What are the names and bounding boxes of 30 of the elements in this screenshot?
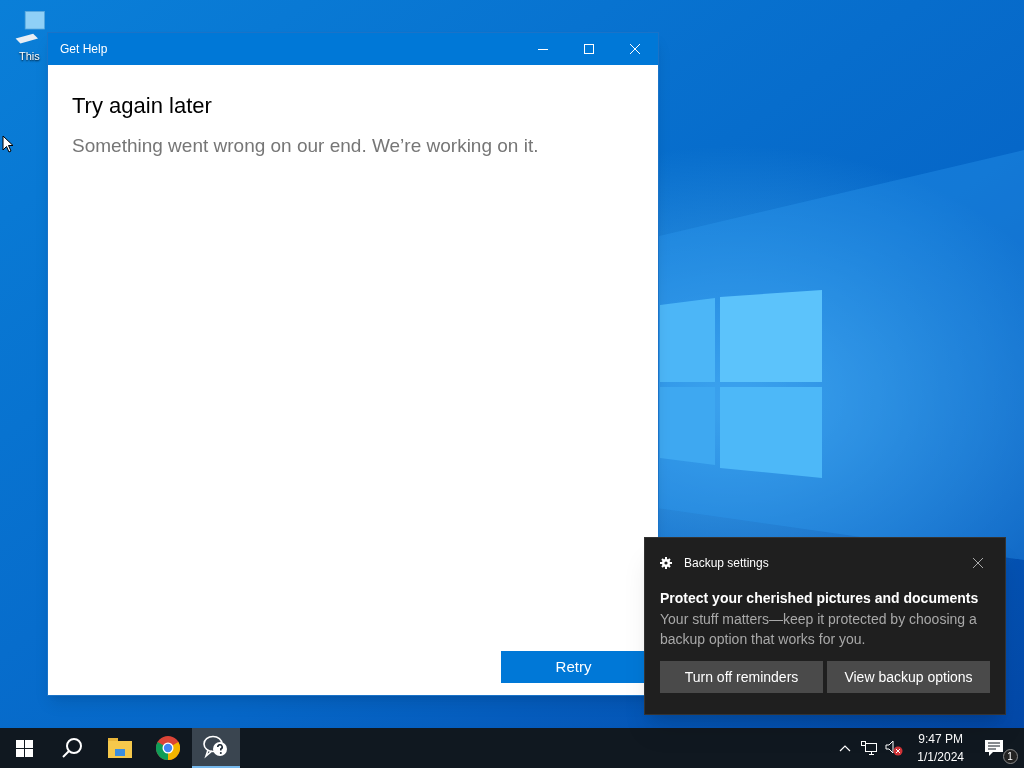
close-icon	[973, 558, 983, 568]
clock-date[interactable]: 1/1/2024	[917, 748, 964, 766]
window-title: Get Help	[60, 41, 109, 58]
toast-action-button[interactable]: View backup options	[827, 661, 990, 693]
desktop-icon-label: This	[19, 49, 40, 64]
browser-icon	[156, 736, 180, 760]
toast-body: Your stuff matters—keep it protected by choosing a backup option that works for you.	[660, 610, 978, 649]
close-icon	[630, 44, 640, 54]
notification-icon[interactable]	[984, 739, 1003, 757]
chevron-up-icon[interactable]	[839, 744, 852, 752]
maximize-icon	[584, 44, 594, 54]
toast-action-button[interactable]: Turn off reminders	[660, 661, 823, 693]
error-message: Something went wrong on our end. We’re working on it.	[72, 134, 540, 158]
help-chat-icon	[203, 735, 229, 759]
muted-speaker-icon[interactable]	[885, 740, 904, 756]
clock-time[interactable]: 9:47 PM	[918, 730, 963, 748]
folder-icon	[108, 738, 132, 758]
gear-icon	[660, 557, 672, 569]
windows-logo-icon	[15, 739, 33, 757]
taskbar-button[interactable]	[192, 728, 240, 768]
error-heading: Try again later	[72, 92, 213, 120]
network-icon[interactable]	[861, 741, 878, 755]
retry-button[interactable]: Retry	[501, 651, 646, 683]
search-icon	[61, 737, 83, 759]
toast-app-name: Backup settings	[684, 555, 770, 572]
minimize-icon	[538, 48, 548, 50]
mouse-cursor-icon	[2, 135, 14, 153]
notification-count-badge: 1	[1002, 749, 1018, 764]
toast-title: Protect your cherished pictures and documents	[660, 589, 980, 608]
toast-close-button[interactable]	[970, 555, 986, 571]
